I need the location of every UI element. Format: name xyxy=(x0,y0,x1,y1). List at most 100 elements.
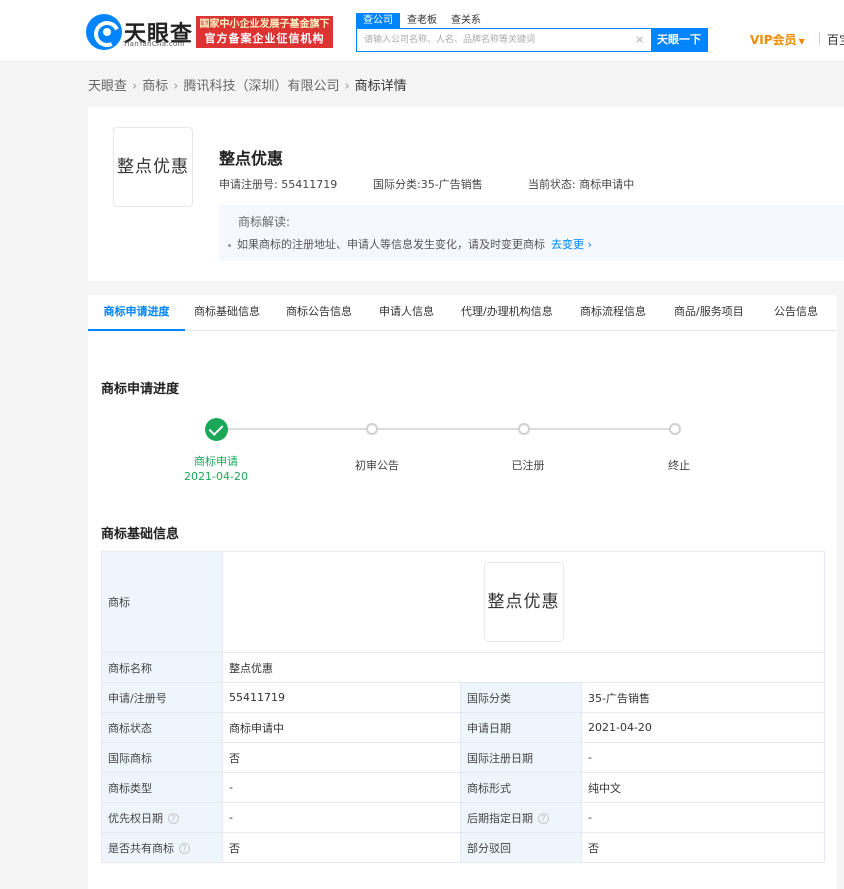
table-row: 商标状态 商标申请中 申请日期 2021-04-20 xyxy=(101,712,825,743)
tip-text-row: 如果商标的注册地址、申请人等信息发生变化，请及时变更商标 去变更 › xyxy=(228,236,592,252)
table-row: 国际商标 否 国际注册日期 - xyxy=(101,742,825,773)
tab-applicant-info[interactable]: 申请人信息 xyxy=(379,295,434,331)
table-row: 商标名称 整点优惠 xyxy=(101,652,825,683)
intl-trademark-value: 否 xyxy=(222,742,461,773)
breadcrumb-company[interactable]: 腾讯科技（深圳）有限公司 xyxy=(183,79,339,94)
chevron-right-icon: › xyxy=(587,238,592,251)
breadcrumb-current: 商标详情 xyxy=(354,79,407,94)
status-meta: 当前状态: 商标申请中 xyxy=(528,176,634,192)
trademark-form-key: 商标形式 xyxy=(460,772,582,803)
logo-icon xyxy=(86,14,122,50)
apply-date-key: 申请日期 xyxy=(460,712,582,743)
step-label-applied: 商标申请 xyxy=(194,455,238,468)
search-button[interactable]: 天眼一下 xyxy=(651,29,707,51)
step-date-applied: 2021-04-20 xyxy=(184,470,248,483)
status-value: 商标申请中 xyxy=(579,178,635,191)
search-tab-boss[interactable]: 查老板 xyxy=(400,13,444,28)
trademark-thumbnail[interactable]: 整点优惠 xyxy=(113,127,193,207)
chevron-right-icon: › xyxy=(173,79,179,94)
step-label-registered: 已注册 xyxy=(511,459,545,472)
reg-no-meta: 申请注册号: 55411719 xyxy=(219,176,337,192)
later-designation-value: - xyxy=(581,802,825,833)
status-key: 商标状态 xyxy=(101,712,223,743)
chevron-right-icon: › xyxy=(132,79,138,94)
intl-class-key: 国际分类 xyxy=(460,682,582,713)
intl-class-label: 国际分类: xyxy=(373,178,421,191)
vip-label: VIP会员 xyxy=(750,33,797,47)
basic-info-section-title: 商标基础信息 xyxy=(101,527,180,542)
site-logo[interactable]: 天眼查 TianYanCha.com xyxy=(86,14,192,50)
table-row: 商标 整点优惠 xyxy=(101,551,825,653)
bullet-dot-icon xyxy=(228,243,231,247)
tab-progress[interactable]: 商标申请进度 xyxy=(88,295,185,331)
shared-trademark-label: 是否共有商标 xyxy=(108,841,174,855)
later-designation-label: 后期指定日期 xyxy=(467,811,533,825)
header-divider xyxy=(819,32,820,45)
progress-section-title: 商标申请进度 xyxy=(101,382,180,397)
logo-subtext: TianYanCha.com xyxy=(123,40,185,48)
partial-rejection-key: 部分驳回 xyxy=(460,832,582,863)
breadcrumb-trademark[interactable]: 商标 xyxy=(142,79,168,94)
table-row: 优先权日期? - 后期指定日期? - xyxy=(101,802,825,833)
trademark-key: 商标 xyxy=(101,551,223,653)
step-dot-icon xyxy=(366,423,378,435)
intl-class-value: 35-广告销售 xyxy=(420,178,483,191)
status-value: 商标申请中 xyxy=(222,712,461,743)
reg-no-label: 申请注册号: xyxy=(219,178,278,191)
change-link-label: 去变更 xyxy=(551,238,584,251)
progress-track xyxy=(228,428,669,430)
step-dot-icon xyxy=(518,423,530,435)
progress-tracker: 商标申请 2021-04-20 初审公告 已注册 终止 xyxy=(88,415,837,495)
chevron-right-icon: › xyxy=(344,79,350,94)
table-row: 商标类型 - 商标形式 纯中文 xyxy=(101,772,825,803)
tab-notice-info[interactable]: 公告信息 xyxy=(774,295,818,331)
certification-badge[interactable]: 国家中小企业发展子基金旗下 官方备案企业征信机构 xyxy=(196,16,333,48)
tab-goods-services[interactable]: 商品/服务项目 xyxy=(674,295,744,331)
search-tabs: 查公司 查老板 查关系 xyxy=(356,13,488,28)
tip-text: 如果商标的注册地址、申请人等信息发生变化，请及时变更商标 xyxy=(237,238,545,251)
tab-announcement-info[interactable]: 商标公告信息 xyxy=(286,295,352,331)
name-value: 整点优惠 xyxy=(222,652,825,683)
change-link[interactable]: 去变更 › xyxy=(551,238,592,251)
tab-agency-info[interactable]: 代理/办理机构信息 xyxy=(461,295,553,331)
status-label: 当前状态: xyxy=(528,178,576,191)
priority-date-label: 优先权日期 xyxy=(108,811,163,825)
trademark-image[interactable]: 整点优惠 xyxy=(483,562,564,642)
trademark-tip-box: 商标解读: 如果商标的注册地址、申请人等信息发生变化，请及时变更商标 去变更 › xyxy=(219,205,844,261)
detail-tabs: 商标申请进度 商标基础信息 商标公告信息 申请人信息 代理/办理机构信息 商标流… xyxy=(88,295,837,331)
tab-process-info[interactable]: 商标流程信息 xyxy=(580,295,646,331)
table-row: 是否共有商标? 否 部分驳回 否 xyxy=(101,832,825,863)
search-input[interactable] xyxy=(357,29,649,51)
search-tab-company[interactable]: 查公司 xyxy=(356,13,400,28)
later-designation-key: 后期指定日期? xyxy=(460,802,582,833)
apply-date-value: 2021-04-20 xyxy=(581,712,825,743)
shared-trademark-key: 是否共有商标? xyxy=(101,832,223,863)
reg-no-key: 申请/注册号 xyxy=(101,682,223,713)
breadcrumb-home[interactable]: 天眼查 xyxy=(88,79,127,94)
intl-reg-date-key: 国际注册日期 xyxy=(460,742,582,773)
name-key: 商标名称 xyxy=(101,652,223,683)
reg-no-value: 55411719 xyxy=(281,178,338,191)
top-header: 天眼查 TianYanCha.com 国家中小企业发展子基金旗下 官方备案企业征… xyxy=(0,0,844,62)
baike-link[interactable]: 百宝 xyxy=(827,31,844,48)
vip-menu[interactable]: VIP会员 ▼ xyxy=(750,31,805,48)
step-label-preliminary: 初审公告 xyxy=(355,459,399,472)
priority-date-value: - xyxy=(222,802,461,833)
search-tab-relation[interactable]: 查关系 xyxy=(444,13,488,28)
basic-info-table: 商标 整点优惠 商标名称 整点优惠 申请/注册号 55411719 国际分类 3… xyxy=(101,551,825,863)
intl-class-meta: 国际分类:35-广告销售 xyxy=(373,176,483,192)
table-row: 申请/注册号 55411719 国际分类 35-广告销售 xyxy=(101,682,825,713)
intl-reg-date-value: - xyxy=(581,742,825,773)
caret-down-icon: ▼ xyxy=(798,37,805,46)
tab-basic-info[interactable]: 商标基础信息 xyxy=(194,295,260,331)
clear-icon[interactable]: × xyxy=(635,33,644,47)
check-circle-icon xyxy=(205,418,228,441)
question-icon[interactable]: ? xyxy=(538,813,549,824)
trademark-type-key: 商标类型 xyxy=(101,772,223,803)
question-icon[interactable]: ? xyxy=(168,813,179,824)
cert-badge-line1: 国家中小企业发展子基金旗下 xyxy=(199,19,330,30)
question-icon[interactable]: ? xyxy=(179,843,190,854)
step-dot-icon xyxy=(669,423,681,435)
reg-no-value: 55411719 xyxy=(222,682,461,713)
tip-title: 商标解读: xyxy=(238,215,291,229)
